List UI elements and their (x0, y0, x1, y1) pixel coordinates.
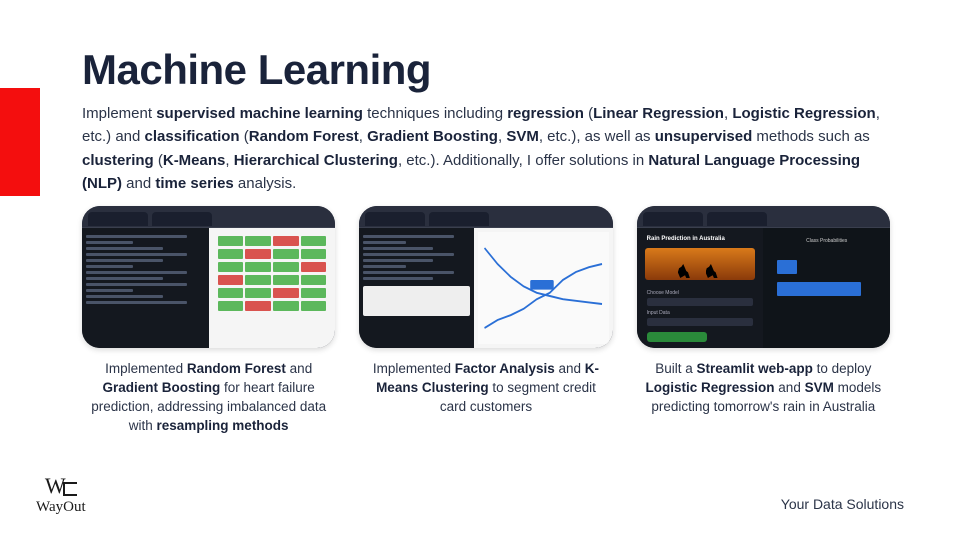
page-title: Machine Learning (82, 46, 890, 94)
card-factor-analysis: Implemented Factor Analysis and K-Means … (359, 206, 612, 436)
caption-3: Built a Streamlit web-app to deploy Logi… (637, 360, 890, 417)
app-title: Rain Prediction in Australia (641, 232, 760, 246)
caption-2: Implemented Factor Analysis and K-Means … (359, 360, 612, 417)
content-area: Machine Learning Implement supervised ma… (82, 46, 890, 195)
logo: W WayOut (36, 475, 86, 516)
code-panel-2 (359, 228, 474, 348)
probability-chart: Class Probabilities (763, 228, 890, 348)
caption-1: Implemented Random Forest and Gradient B… (82, 360, 335, 436)
accent-block (0, 88, 40, 196)
predict-button (647, 332, 707, 342)
thumbnail-1 (82, 206, 335, 348)
subtitle-text: Implement supervised machine learning te… (82, 102, 890, 195)
cards-row: Implemented Random Forest and Gradient B… (82, 206, 890, 436)
chart-panel (474, 228, 613, 348)
card-random-forest: Implemented Random Forest and Gradient B… (82, 206, 335, 436)
thumbnail-2 (359, 206, 612, 348)
slide: Machine Learning Implement supervised ma… (0, 0, 960, 540)
code-panel (82, 228, 209, 348)
result-table-panel (209, 228, 336, 348)
card-streamlit: Rain Prediction in Australia Choose Mode… (637, 206, 890, 436)
streamlit-form: Rain Prediction in Australia Choose Mode… (637, 228, 764, 348)
footer-tagline: Your Data Solutions (781, 496, 904, 512)
logo-text: WayOut (36, 499, 86, 516)
thumbnail-3: Rain Prediction in Australia Choose Mode… (637, 206, 890, 348)
